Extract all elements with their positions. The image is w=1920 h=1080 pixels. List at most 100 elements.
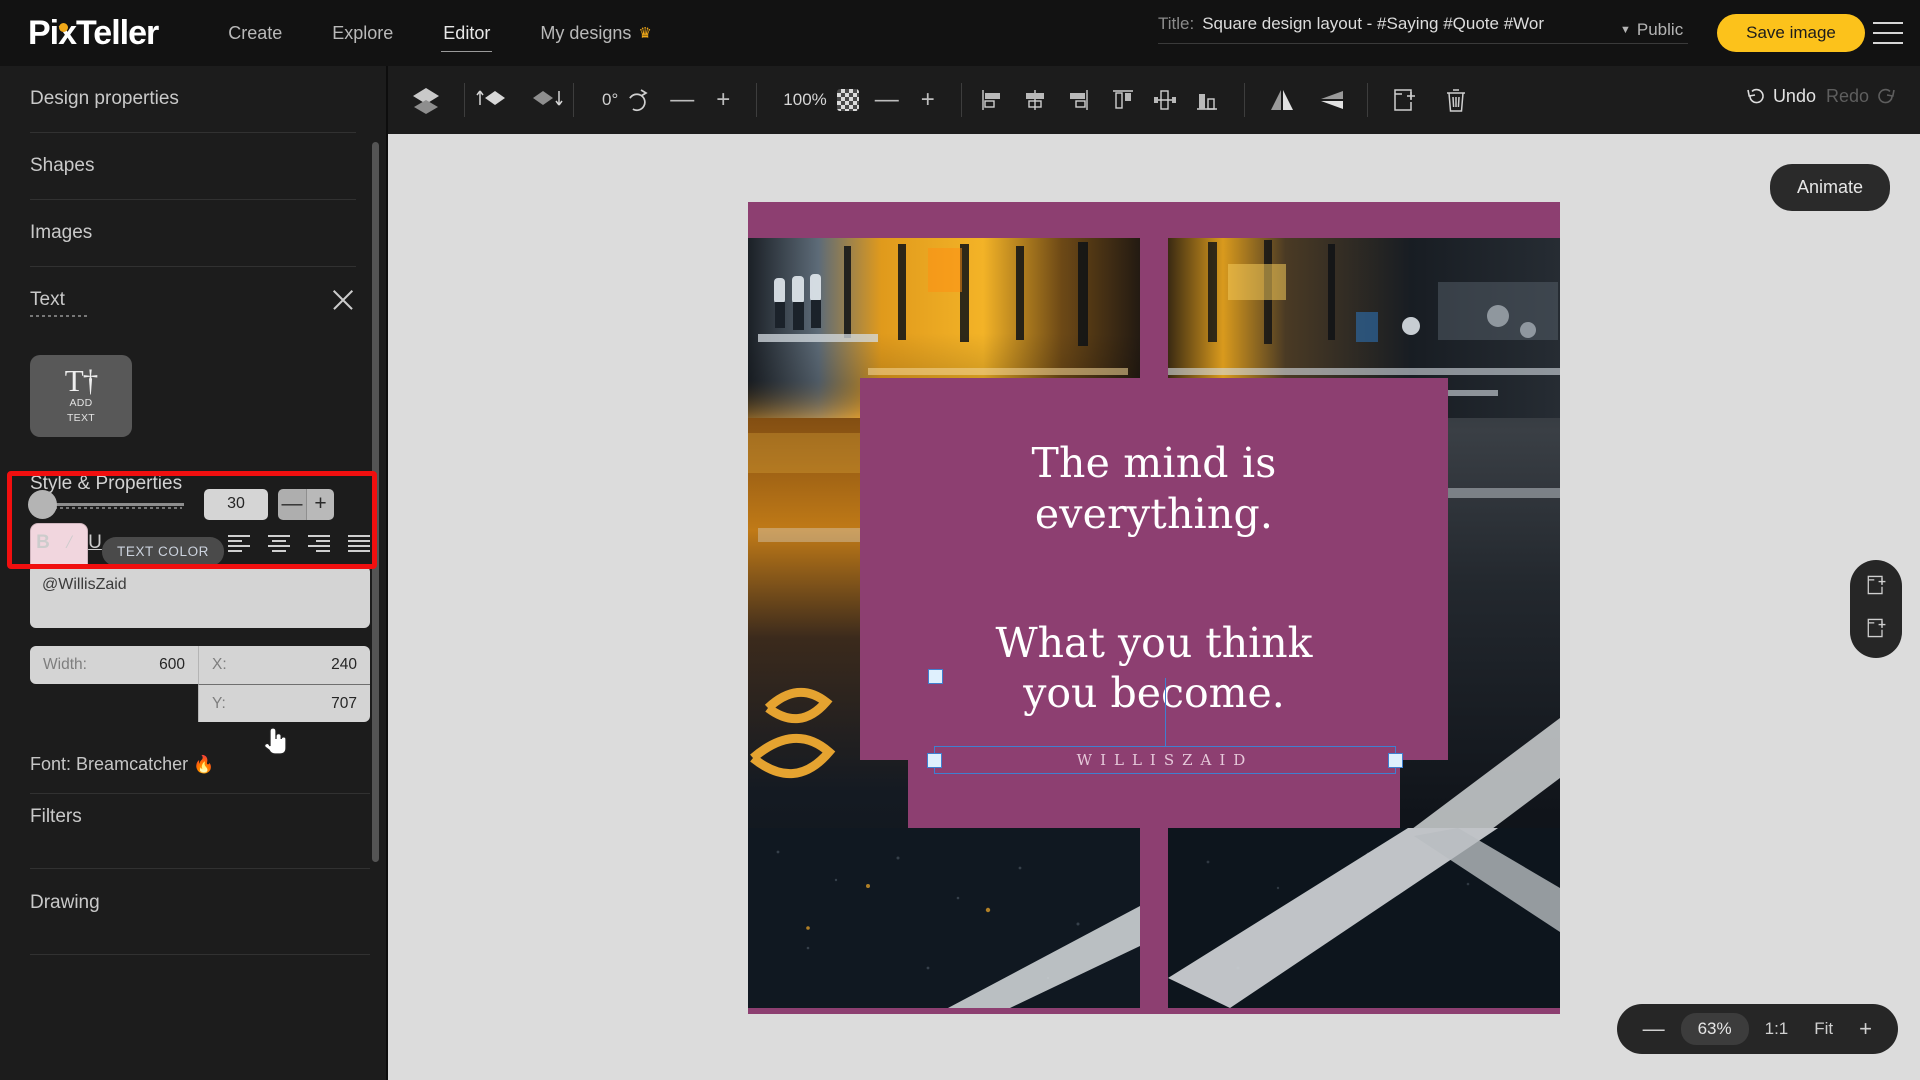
send-backward-icon[interactable] bbox=[519, 66, 573, 134]
align-center-icon[interactable] bbox=[268, 535, 290, 552]
nav-item-my-designs-label: My designs bbox=[540, 22, 632, 43]
toolbar-divider-3 bbox=[756, 83, 758, 117]
title-value[interactable]: Square design layout - #Saying #Quote #W… bbox=[1202, 14, 1688, 34]
selected-text-element[interactable]: WILLISZAID bbox=[927, 669, 1403, 774]
save-image-button[interactable]: Save image bbox=[1717, 14, 1865, 52]
x-position-field[interactable]: X: 240 bbox=[198, 646, 370, 684]
align-left-icon[interactable] bbox=[228, 535, 250, 552]
sidebar-item-text[interactable]: Text bbox=[30, 267, 356, 333]
align-right-icon[interactable] bbox=[1056, 66, 1098, 134]
hamburger-menu-icon[interactable] bbox=[1873, 22, 1903, 44]
flame-icon: 🔥 bbox=[193, 755, 215, 774]
undo-button[interactable]: Undo bbox=[1746, 86, 1816, 107]
align-top-icon[interactable] bbox=[1102, 66, 1144, 134]
text-content-input[interactable] bbox=[30, 566, 370, 628]
opacity-increase-button[interactable]: + bbox=[921, 86, 935, 114]
quote-text-primary[interactable]: The mind is everything. bbox=[860, 438, 1448, 541]
chevron-down-icon: ▼ bbox=[1620, 24, 1631, 36]
logo-text: PixTeller bbox=[28, 13, 159, 52]
duplicate-icon[interactable] bbox=[1378, 66, 1430, 134]
rotation-increase-button[interactable]: + bbox=[716, 86, 730, 114]
font-size-value[interactable]: 30 bbox=[204, 488, 268, 520]
font-label: Font: bbox=[30, 754, 72, 774]
zoom-controls: — 63% 1:1 Fit + bbox=[1616, 1004, 1898, 1054]
sidebar-item-filters[interactable]: Filters bbox=[30, 806, 370, 869]
crown-icon: ♛ bbox=[638, 24, 652, 42]
zoom-out-button[interactable]: — bbox=[1633, 1010, 1675, 1048]
nav-item-explore[interactable]: Explore bbox=[330, 17, 395, 50]
canvas-workspace[interactable]: Animate The mind is everything. What you… bbox=[388, 134, 1920, 1080]
rotation-value[interactable]: 0° bbox=[602, 90, 618, 110]
font-size-row: 30 — + bbox=[28, 486, 370, 522]
zoom-fit-button[interactable]: Fit bbox=[1804, 1013, 1843, 1045]
bold-button[interactable]: B bbox=[30, 532, 56, 554]
align-justify-icon[interactable] bbox=[348, 535, 370, 552]
opacity-value[interactable]: 100% bbox=[783, 90, 826, 110]
sidebar-item-text-label: Text bbox=[30, 289, 65, 310]
text-align-group bbox=[228, 535, 370, 552]
layers-icon[interactable] bbox=[388, 66, 464, 134]
nav-item-create[interactable]: Create bbox=[226, 17, 284, 50]
duplicate-page-icon[interactable] bbox=[1864, 616, 1888, 645]
italic-button[interactable]: / bbox=[56, 532, 82, 554]
nav-item-editor[interactable]: Editor bbox=[441, 17, 493, 52]
add-text-button[interactable]: T† ADD TEXT bbox=[30, 355, 132, 437]
width-field[interactable]: Width: 600 bbox=[30, 646, 198, 684]
rotation-line bbox=[1165, 678, 1167, 747]
font-size-slider-track[interactable] bbox=[28, 489, 184, 519]
add-page-icon[interactable] bbox=[1864, 573, 1888, 602]
rotate-handle[interactable] bbox=[928, 669, 943, 684]
zoom-level-value[interactable]: 63% bbox=[1680, 1013, 1749, 1045]
design-title-field[interactable]: Title: Square design layout - #Saying #Q… bbox=[1158, 14, 1688, 44]
align-center-horizontal-icon[interactable] bbox=[1014, 66, 1056, 134]
sidebar-scrollbar[interactable] bbox=[372, 142, 379, 862]
main-nav-links: Create Explore Editor My designs ♛ bbox=[226, 17, 654, 52]
transparency-checker-icon[interactable] bbox=[836, 89, 859, 111]
dimension-fields: Width: 600 X: 240 Y: 707 bbox=[30, 646, 370, 722]
quote-text-secondary[interactable]: What you think you become. bbox=[860, 618, 1448, 718]
privacy-value: Public bbox=[1636, 20, 1684, 39]
flip-horizontal-icon[interactable] bbox=[1257, 66, 1307, 134]
close-icon[interactable] bbox=[330, 287, 356, 313]
design-canvas[interactable]: The mind is everything. What you think y… bbox=[748, 202, 1560, 1014]
opacity-decrease-button[interactable]: — bbox=[875, 86, 899, 114]
x-label: X: bbox=[212, 656, 227, 673]
font-size-increase-button[interactable]: + bbox=[306, 488, 334, 520]
y-position-field[interactable]: Y: 707 bbox=[198, 684, 370, 722]
author-text: WILLISZAID bbox=[1076, 751, 1254, 769]
bring-forward-icon[interactable] bbox=[465, 66, 519, 134]
align-right-icon[interactable] bbox=[308, 535, 330, 552]
font-selector-row[interactable]: Font: Breamcatcher 🔥 bbox=[30, 754, 370, 794]
zoom-in-button[interactable]: + bbox=[1849, 1010, 1882, 1048]
pixteller-logo[interactable]: PixTeller bbox=[28, 13, 159, 53]
flip-vertical-icon[interactable] bbox=[1307, 66, 1357, 134]
redo-button[interactable]: Redo bbox=[1826, 86, 1896, 107]
rotate-icon[interactable] bbox=[618, 66, 656, 134]
align-middle-icon[interactable] bbox=[1144, 66, 1186, 134]
add-text-label-line1: ADD bbox=[69, 397, 93, 410]
sidebar-item-drawing[interactable]: Drawing bbox=[30, 892, 370, 955]
font-size-decrease-button[interactable]: — bbox=[278, 488, 306, 520]
quote-line-3: What you think bbox=[995, 619, 1313, 667]
rotation-decrease-button[interactable]: — bbox=[670, 86, 694, 114]
animate-button[interactable]: Animate bbox=[1769, 164, 1890, 211]
top-navigation-bar: PixTeller Create Explore Editor My desig… bbox=[0, 0, 1920, 66]
sidebar-item-images[interactable]: Images bbox=[30, 200, 356, 267]
y-value: 707 bbox=[331, 694, 357, 712]
sidebar-item-shapes[interactable]: Shapes bbox=[30, 133, 356, 200]
align-left-icon[interactable] bbox=[972, 66, 1014, 134]
sidebar-item-design-properties[interactable]: Design properties bbox=[30, 66, 356, 133]
left-sidebar-panel: Design properties Shapes Images Text T† … bbox=[0, 66, 386, 1080]
resize-handle-left[interactable] bbox=[927, 753, 942, 768]
nav-item-my-designs[interactable]: My designs ♛ bbox=[538, 17, 654, 50]
font-size-slider-knob[interactable] bbox=[28, 489, 57, 519]
width-value: 600 bbox=[159, 656, 185, 673]
quote-line-2: everything. bbox=[1034, 490, 1274, 539]
privacy-dropdown[interactable]: ▼ Public bbox=[1620, 20, 1683, 40]
trash-icon[interactable] bbox=[1430, 66, 1482, 134]
resize-handle-right[interactable] bbox=[1388, 753, 1403, 768]
underline-button[interactable]: U bbox=[82, 532, 108, 554]
quote-panel[interactable]: The mind is everything. What you think y… bbox=[860, 378, 1448, 760]
zoom-actual-size-button[interactable]: 1:1 bbox=[1755, 1013, 1799, 1045]
align-bottom-icon[interactable] bbox=[1186, 66, 1228, 134]
